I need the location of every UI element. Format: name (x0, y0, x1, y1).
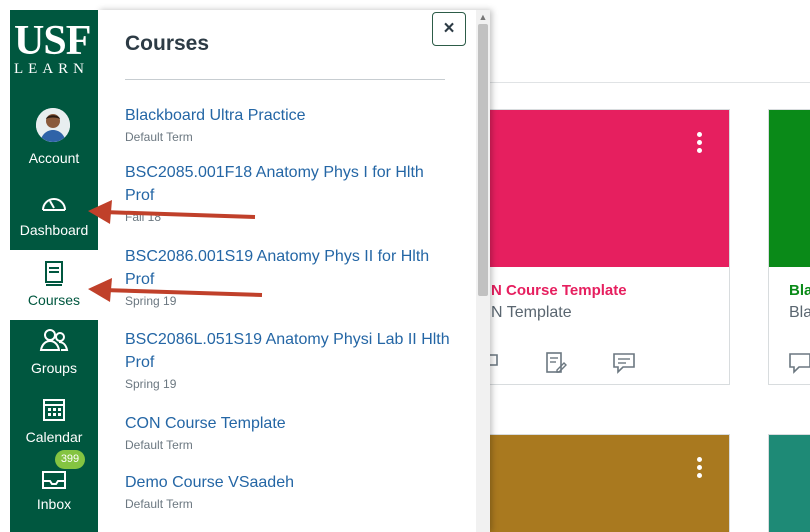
arrow-to-dashboard (88, 200, 256, 224)
arrow-to-courses (88, 278, 263, 302)
annotation-arrows (88, 200, 263, 302)
